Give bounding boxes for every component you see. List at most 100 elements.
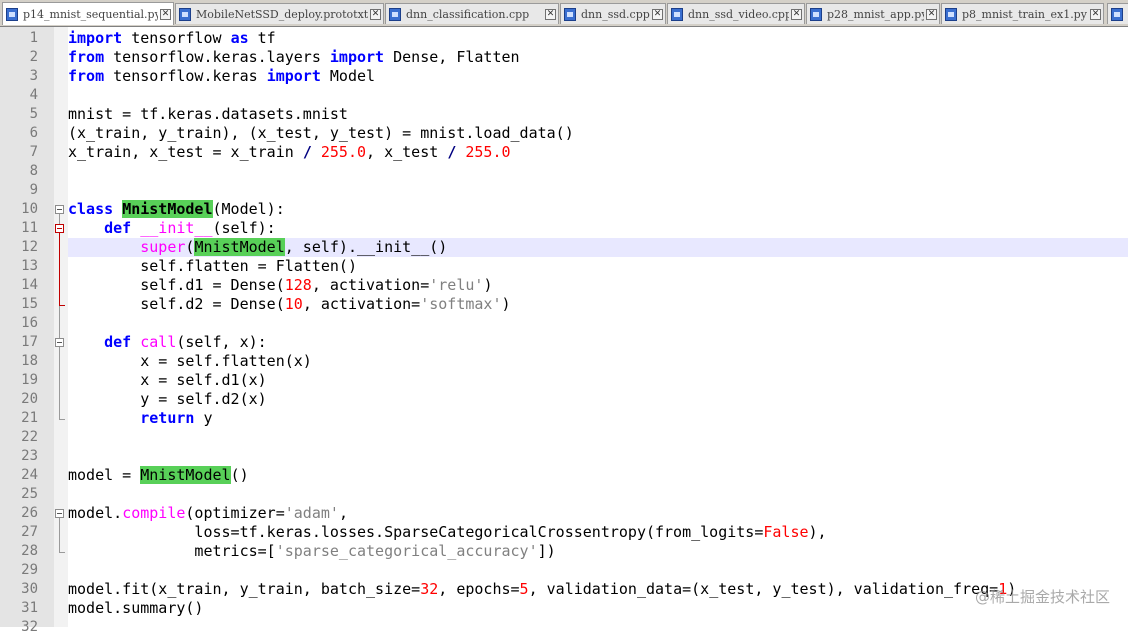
- code-line[interactable]: def __init__(self):: [68, 219, 1128, 238]
- tab-0[interactable]: p14_mnist_sequential.py ✕: [2, 2, 174, 25]
- code-token: model.: [68, 504, 123, 522]
- fold-toggle-icon[interactable]: [55, 338, 64, 347]
- code-line[interactable]: [68, 447, 1128, 466]
- line-number: 24: [21, 467, 38, 483]
- tab-label: dnn_classification.cpp: [406, 7, 530, 21]
- file-icon: [564, 7, 576, 21]
- code-line[interactable]: metrics=['sparse_categorical_accuracy']): [68, 542, 1128, 561]
- tab-label: MobileNetSSD_deploy.prototxt: [196, 7, 368, 21]
- code-token: 32: [420, 580, 439, 598]
- code-line[interactable]: model = MnistModel(): [68, 466, 1128, 485]
- code-line[interactable]: mnist = tf.keras.datasets.mnist: [68, 105, 1128, 124]
- code-token: model.summary(): [68, 599, 204, 617]
- tab-bar: p14_mnist_sequential.py ✕ MobileNetSSD_dep…: [0, 0, 1128, 27]
- line-number: 21: [21, 410, 38, 426]
- code-token: def: [104, 219, 132, 237]
- code-line[interactable]: [68, 428, 1128, 447]
- code-line[interactable]: from tensorflow.keras.layers import Dens…: [68, 48, 1128, 67]
- line-number: 4: [29, 87, 38, 103]
- line-number: 10: [21, 201, 38, 217]
- code-line[interactable]: import tensorflow as tf: [68, 29, 1128, 48]
- close-tab-icon[interactable]: ✕: [926, 8, 937, 20]
- fold-end: [59, 419, 65, 420]
- fold-toggle-icon[interactable]: [55, 224, 64, 233]
- code-token: call: [140, 333, 177, 351]
- code-token: compile: [122, 504, 186, 522]
- code-token: ]): [537, 542, 556, 560]
- code-token: 5: [519, 580, 529, 598]
- code-token: 10: [284, 295, 303, 313]
- code-token: MnistModel: [122, 200, 213, 218]
- line-number: 17: [21, 334, 38, 350]
- tab-label: dnn_ssd.cpp: [581, 7, 650, 21]
- close-tab-icon[interactable]: ✕: [1090, 8, 1101, 20]
- tab-label: p28_mnist_app.py: [827, 7, 924, 21]
- code-line[interactable]: model.summary(): [68, 599, 1128, 618]
- close-tab-icon[interactable]: ✕: [652, 8, 663, 20]
- tab-6[interactable]: p8_mnist_train_ex1.py ✕: [941, 3, 1104, 24]
- code-line[interactable]: self.d1 = Dense(128, activation='relu'): [68, 276, 1128, 295]
- code-token: False: [763, 523, 809, 541]
- code-line[interactable]: from tensorflow.keras import Model: [68, 67, 1128, 86]
- tab-2[interactable]: dnn_classification.cpp ✕: [385, 3, 559, 24]
- tab-4[interactable]: dnn_ssd_video.cpp ✕: [667, 3, 805, 24]
- code-line[interactable]: self.d2 = Dense(10, activation='softmax'…: [68, 295, 1128, 314]
- line-number: 16: [21, 315, 38, 331]
- file-icon: [810, 7, 822, 21]
- close-tab-icon[interactable]: ✕: [160, 8, 171, 20]
- tab-5[interactable]: p28_mnist_app.py ✕: [806, 3, 940, 24]
- code-line[interactable]: loss=tf.keras.losses.SparseCategoricalCr…: [68, 523, 1128, 542]
- file-icon: [671, 7, 683, 21]
- code-line[interactable]: x = self.flatten(x): [68, 352, 1128, 371]
- code-token: (optimizer=: [185, 504, 285, 522]
- code-token: ),: [808, 523, 827, 541]
- code-line[interactable]: return y: [68, 409, 1128, 428]
- code-token: self.d1 = Dense(: [68, 276, 285, 294]
- code-line[interactable]: (x_train, y_train), (x_test, y_test) = m…: [68, 124, 1128, 143]
- fold-toggle-icon[interactable]: [55, 205, 64, 214]
- code-editor[interactable]: import tensorflow as tf from tensorflow.k…: [68, 27, 1128, 627]
- code-token: tensorflow: [122, 29, 231, 47]
- tab-3[interactable]: dnn_ssd.cpp ✕: [560, 3, 666, 24]
- tab-overflow[interactable]: [1107, 3, 1128, 24]
- code-token: from: [68, 48, 105, 66]
- code-line[interactable]: [68, 561, 1128, 580]
- code-token: MnistModel: [140, 466, 231, 484]
- line-number: 11: [21, 220, 38, 236]
- code-line[interactable]: x_train, x_test = x_train / 255.0, x_tes…: [68, 143, 1128, 162]
- close-tab-icon[interactable]: ✕: [545, 8, 556, 20]
- code-line[interactable]: class MnistModel(Model):: [68, 200, 1128, 219]
- code-line[interactable]: x = self.d1(x): [68, 371, 1128, 390]
- code-line[interactable]: [68, 314, 1128, 333]
- fold-toggle-icon[interactable]: [55, 509, 64, 518]
- code-line[interactable]: [68, 162, 1128, 181]
- line-number: 15: [21, 296, 38, 312]
- close-tab-icon[interactable]: ✕: [791, 8, 802, 20]
- code-token: super: [140, 238, 186, 256]
- code-line[interactable]: self.flatten = Flatten(): [68, 257, 1128, 276]
- close-tab-icon[interactable]: ✕: [370, 8, 381, 20]
- code-line[interactable]: [68, 618, 1128, 637]
- code-line[interactable]: model.fit(x_train, y_train, batch_size=3…: [68, 580, 1128, 599]
- code-line[interactable]: [68, 86, 1128, 105]
- code-line[interactable]: [68, 181, 1128, 200]
- fold-end: [59, 552, 65, 553]
- fold-guide: [59, 233, 60, 305]
- code-token: ,: [338, 504, 348, 522]
- line-number: 1: [29, 30, 38, 46]
- code-line[interactable]: def call(self, x):: [68, 333, 1128, 352]
- tab-1[interactable]: MobileNetSSD_deploy.prototxt ✕: [175, 3, 384, 24]
- code-line[interactable]: [68, 485, 1128, 504]
- line-number: 23: [21, 448, 38, 464]
- code-token: (x_train, y_train), (x_test, y_test) = m…: [68, 124, 574, 142]
- code-token: 'softmax': [420, 295, 502, 313]
- code-line[interactable]: model.compile(optimizer='adam',: [68, 504, 1128, 523]
- fold-end: [59, 305, 65, 306]
- code-line[interactable]: super(MnistModel, self).__init__(): [68, 238, 1128, 257]
- file-icon: [179, 7, 191, 21]
- code-line[interactable]: y = self.d2(x): [68, 390, 1128, 409]
- code-token: x = self.d1(x): [68, 371, 267, 389]
